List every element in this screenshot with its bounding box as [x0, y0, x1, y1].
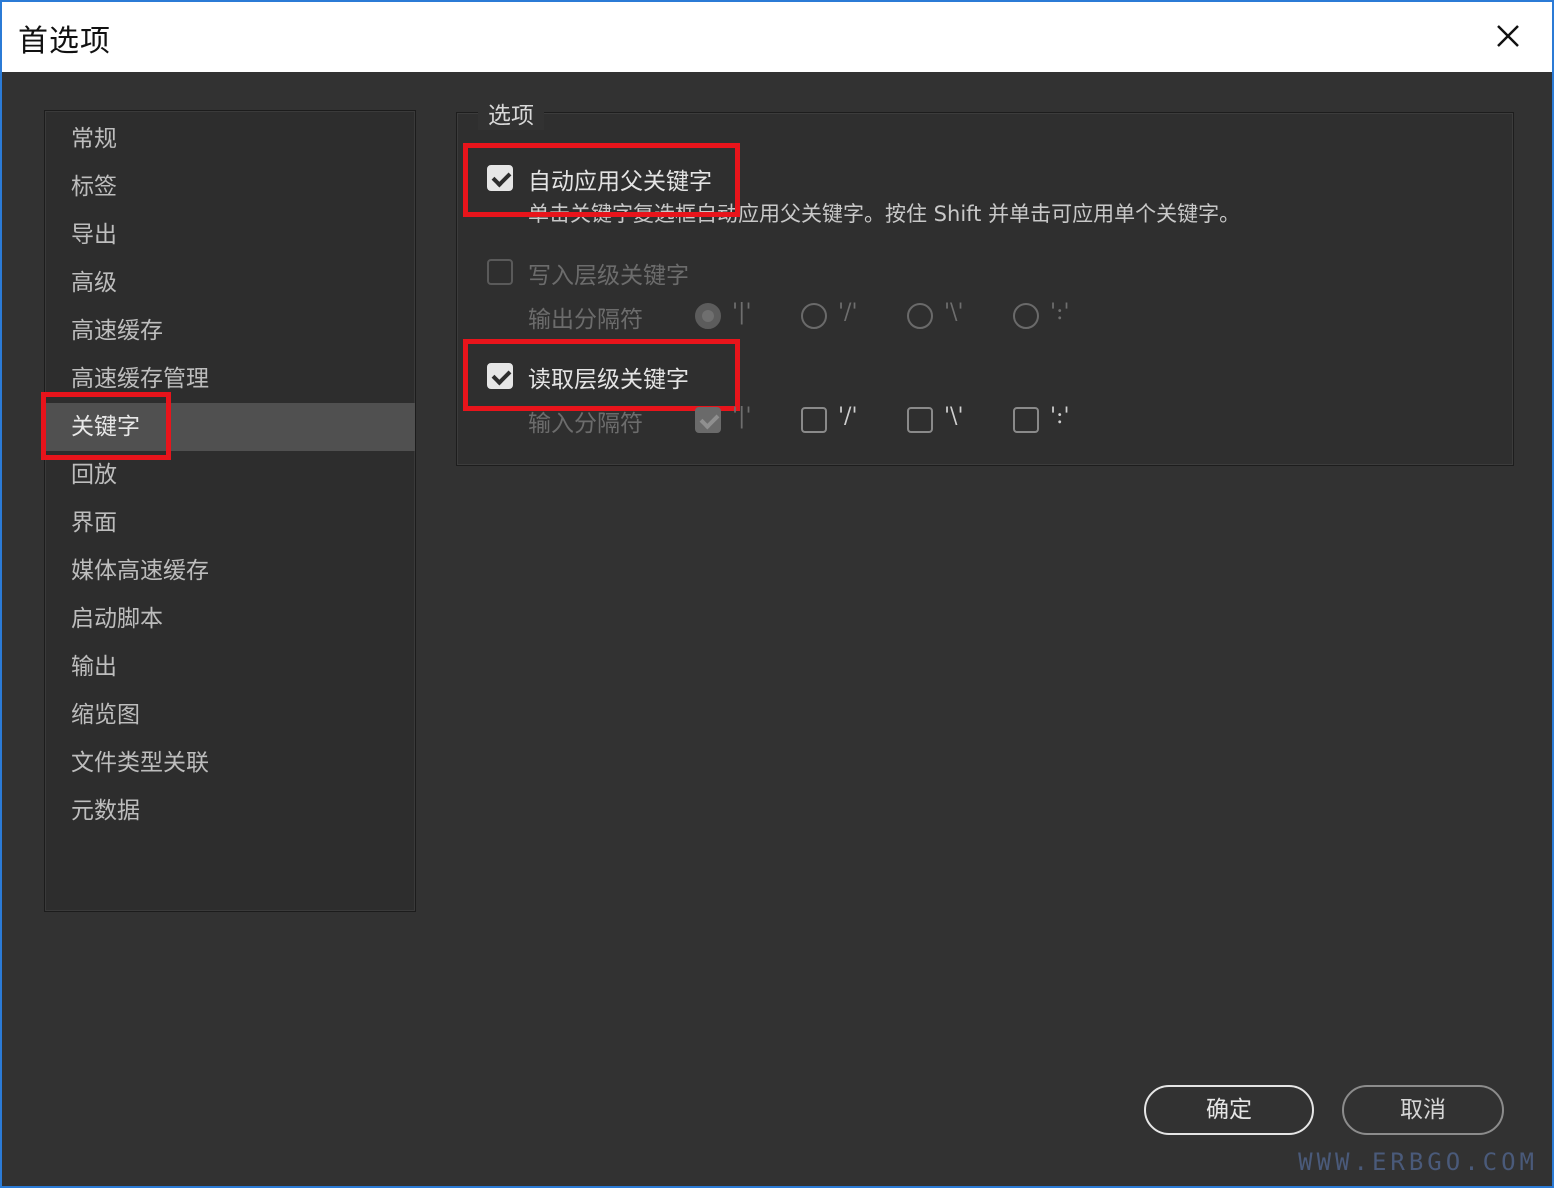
input-separator-slash-label: '/': [838, 404, 858, 429]
sidebar-item-advanced[interactable]: 高级: [45, 259, 415, 307]
sidebar-item-export[interactable]: 导出: [45, 211, 415, 259]
write-hierarchical-checkbox[interactable]: [487, 259, 513, 285]
input-separator-colon-label: ':': [1050, 404, 1070, 429]
input-separator-backslash-checkbox[interactable]: [907, 407, 933, 433]
auto-apply-parent-label: 自动应用父关键字: [528, 169, 712, 195]
auto-apply-parent-checkbox[interactable]: [487, 165, 513, 191]
output-separator-backslash-label: '\': [944, 300, 964, 325]
input-separator-slash-checkbox[interactable]: [801, 407, 827, 433]
output-separator-backslash-radio[interactable]: [907, 303, 933, 329]
sidebar-item-cache-management[interactable]: 高速缓存管理: [45, 355, 415, 403]
sidebar-item-metadata[interactable]: 元数据: [45, 787, 415, 835]
title-bar: 首选项: [2, 2, 1552, 72]
close-icon: [1497, 25, 1519, 47]
sidebar-item-interface[interactable]: 界面: [45, 499, 415, 547]
input-separator-label: 输入分隔符: [528, 411, 643, 437]
ok-button[interactable]: 确定: [1144, 1085, 1314, 1135]
output-separator-label: 输出分隔符: [528, 307, 643, 333]
sidebar-item-cache[interactable]: 高速缓存: [45, 307, 415, 355]
input-separator-pipe-checkbox[interactable]: [695, 407, 721, 433]
close-button[interactable]: [1486, 14, 1530, 58]
output-separator-pipe-radio[interactable]: [695, 303, 721, 329]
output-separator-pipe-label: '|': [732, 300, 752, 325]
sidebar-item-playback[interactable]: 回放: [45, 451, 415, 499]
sidebar-item-output[interactable]: 输出: [45, 643, 415, 691]
sidebar-item-startup-scripts[interactable]: 启动脚本: [45, 595, 415, 643]
sidebar-item-labels[interactable]: 标签: [45, 163, 415, 211]
input-separator-pipe-label: '|': [732, 404, 752, 429]
options-legend: 选项: [478, 96, 544, 130]
output-separator-slash-label: '/': [838, 300, 858, 325]
sidebar-item-thumbnails[interactable]: 缩览图: [45, 691, 415, 739]
read-hierarchical-label: 读取层级关键字: [528, 367, 689, 393]
window-title: 首选项: [18, 24, 111, 59]
cancel-button[interactable]: 取消: [1342, 1085, 1504, 1135]
sidebar-item-file-type-associations[interactable]: 文件类型关联: [45, 739, 415, 787]
read-hierarchical-checkbox[interactable]: [487, 363, 513, 389]
sidebar-item-media-cache[interactable]: 媒体高速缓存: [45, 547, 415, 595]
auto-apply-description: 单击关键字复选框自动应用父关键字。按住 Shift 并单击可应用单个关键字。: [528, 202, 1241, 226]
preferences-dialog: 首选项 常规 标签 导出 高级 高速缓存 高速缓存管理 关键字 回放 界面 媒体…: [0, 0, 1554, 1188]
output-separator-colon-label: ':': [1050, 300, 1070, 325]
watermark: WWW.ERBGO.COM: [1298, 1148, 1538, 1176]
input-separator-colon-checkbox[interactable]: [1013, 407, 1039, 433]
output-separator-colon-radio[interactable]: [1013, 303, 1039, 329]
input-separator-backslash-label: '\': [944, 404, 964, 429]
sidebar-item-general[interactable]: 常规: [45, 115, 415, 163]
category-list: 常规 标签 导出 高级 高速缓存 高速缓存管理 关键字 回放 界面 媒体高速缓存…: [44, 110, 416, 912]
sidebar-item-keywords[interactable]: 关键字: [45, 403, 415, 451]
output-separator-slash-radio[interactable]: [801, 303, 827, 329]
write-hierarchical-label: 写入层级关键字: [528, 263, 689, 289]
